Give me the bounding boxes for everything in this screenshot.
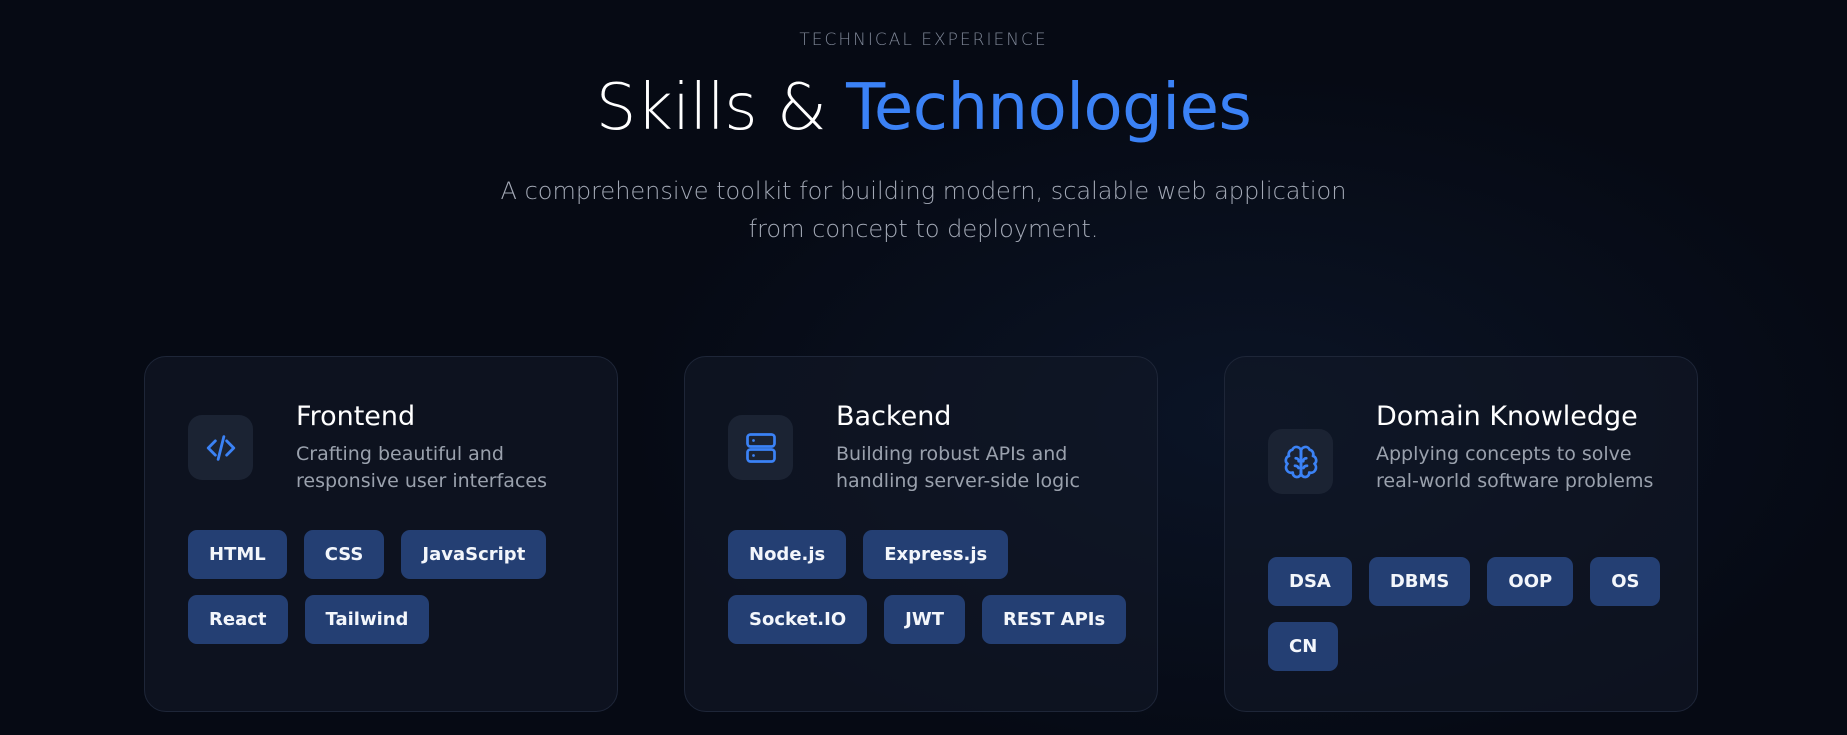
section-title-plain: Skills & bbox=[595, 71, 847, 145]
skill-tag-dsa: DSA bbox=[1268, 557, 1352, 606]
tag-list: HTML CSS JavaScript React Tailwind bbox=[188, 530, 587, 644]
section-subtitle-line-2: from concept to deployment. bbox=[748, 215, 1099, 243]
card-description: Building robust APIs and handling server… bbox=[836, 443, 1080, 492]
skill-tag-cn: CN bbox=[1268, 622, 1339, 671]
skill-tag-javascript: JavaScript bbox=[401, 530, 547, 579]
skill-tag-oop: OOP bbox=[1487, 557, 1574, 606]
card-description: Applying concepts to solve real-world so… bbox=[1376, 443, 1654, 492]
card-description: Crafting beautiful and responsive user i… bbox=[296, 443, 547, 492]
card-title: Frontend bbox=[296, 401, 416, 432]
brain-icon bbox=[1268, 429, 1333, 494]
skill-tag-html: HTML bbox=[188, 530, 287, 579]
skill-card-backend: Backend Building robust APIs and handlin… bbox=[684, 356, 1158, 712]
tag-list: DSA DBMS OOP OS CN bbox=[1268, 557, 1667, 671]
skill-card-frontend: Frontend Crafting beautiful and responsi… bbox=[144, 356, 618, 712]
skill-tag-css: CSS bbox=[303, 530, 385, 579]
section-title: Skills & Technologies bbox=[0, 68, 1847, 148]
code-icon bbox=[188, 415, 253, 480]
server-icon bbox=[728, 415, 793, 480]
skill-tag-tailwind: Tailwind bbox=[304, 595, 430, 644]
skill-tag-dbms: DBMS bbox=[1368, 557, 1471, 606]
skill-tag-rest-apis: REST APIs bbox=[981, 595, 1127, 644]
skill-tag-jwt: JWT bbox=[884, 595, 965, 644]
section-subtitle-line-1: A comprehensive toolkit for building mod… bbox=[500, 177, 1347, 205]
card-title: Backend bbox=[836, 401, 952, 432]
skill-tag-react: React bbox=[188, 595, 288, 644]
skill-tag-socketio: Socket.IO bbox=[728, 595, 868, 644]
section-eyebrow: TECHNICAL EXPERIENCE bbox=[799, 30, 1048, 50]
skill-tag-os: OS bbox=[1590, 557, 1661, 606]
section-title-accent: Technologies bbox=[846, 71, 1252, 145]
card-title: Domain Knowledge bbox=[1376, 401, 1638, 432]
tag-list: Node.js Express.js Socket.IO JWT REST AP… bbox=[728, 530, 1127, 644]
skill-tag-expressjs: Express.js bbox=[863, 530, 1009, 579]
section-subtitle: A comprehensive toolkit for building mod… bbox=[470, 172, 1377, 248]
skill-tag-nodejs: Node.js bbox=[728, 530, 847, 579]
skill-card-domain-knowledge: Domain Knowledge Applying concepts to so… bbox=[1224, 356, 1698, 712]
